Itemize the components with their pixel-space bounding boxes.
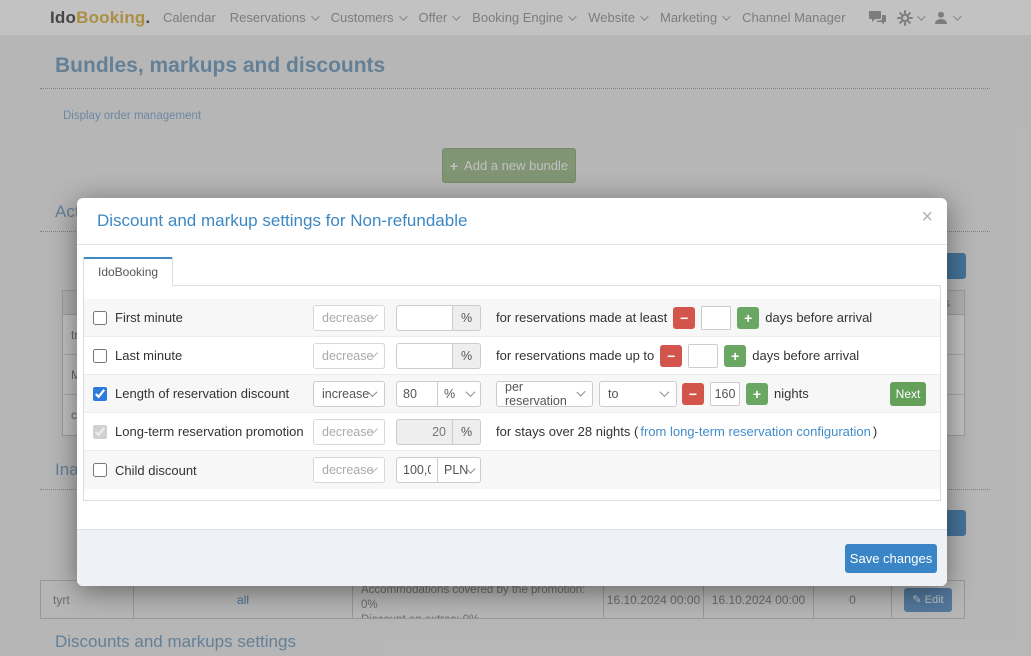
child-discount-checkbox[interactable] (93, 463, 107, 477)
value-group: % (396, 343, 481, 369)
tab-idobooking[interactable]: IdoBooking (83, 257, 173, 286)
currency-select[interactable]: PLN (438, 457, 481, 483)
select-value: decrease (322, 349, 373, 363)
select-value: decrease (322, 463, 373, 477)
select-value: % (444, 387, 455, 401)
setting-row-child-discount: Child discount decrease PLN (84, 451, 940, 489)
desc-text: for stays over 28 nights ( (496, 424, 638, 439)
percent-addon: % (453, 419, 481, 445)
chevron-down-icon (660, 387, 670, 397)
nights-stepper: − + nights (682, 382, 809, 406)
mode-select[interactable]: decrease (313, 457, 385, 483)
select-value: increase (322, 387, 369, 401)
length-discount-checkbox[interactable] (93, 387, 107, 401)
desc-text: ) (873, 424, 877, 439)
percent-addon: % (453, 305, 481, 331)
range-select[interactable]: to (599, 381, 677, 407)
long-term-checkbox (93, 425, 107, 439)
desc-text: days before arrival (765, 310, 872, 325)
desc-text: for reservations made at least (496, 310, 667, 325)
discount-value-input[interactable] (396, 343, 453, 369)
select-value: decrease (322, 311, 373, 325)
days-input[interactable] (701, 306, 731, 330)
increment-button[interactable]: + (724, 345, 746, 367)
percent-addon: % (453, 343, 481, 369)
setting-label: Length of reservation discount (115, 386, 313, 401)
setting-label: Long-term reservation promotion (115, 424, 313, 439)
last-minute-checkbox[interactable] (93, 349, 107, 363)
tab-nav: IdoBooking (83, 257, 941, 286)
desc-text: nights (774, 386, 809, 401)
modal-header: Discount and markup settings for Non-ref… (77, 198, 947, 245)
setting-label: Child discount (115, 463, 313, 478)
decrement-button[interactable]: − (673, 307, 695, 329)
discount-settings-modal: Discount and markup settings for Non-ref… (77, 198, 947, 586)
modal-footer: Save changes (77, 529, 947, 586)
decrement-button[interactable]: − (682, 383, 704, 405)
close-icon[interactable]: × (921, 207, 933, 227)
select-value: to (608, 387, 618, 401)
discount-value-input[interactable] (396, 305, 453, 331)
value-group: % (396, 305, 481, 331)
row-description: for reservations made up to − + days bef… (496, 344, 859, 368)
desc-text: days before arrival (752, 348, 859, 363)
days-input[interactable] (688, 344, 718, 368)
increment-button[interactable]: + (737, 307, 759, 329)
chevron-down-icon (466, 387, 476, 397)
discount-value-input[interactable] (396, 457, 438, 483)
settings-panel: First minute decrease % for reservations… (83, 286, 941, 501)
mode-select[interactable]: increase (313, 381, 385, 407)
discount-value-input (396, 419, 453, 445)
select-value: PLN (444, 463, 468, 477)
row-description: for reservations made at least − + days … (496, 306, 872, 330)
setting-row-first-minute: First minute decrease % for reservations… (84, 299, 940, 337)
next-button[interactable]: Next (890, 382, 926, 406)
modal-title: Discount and markup settings for Non-ref… (97, 211, 467, 231)
first-minute-checkbox[interactable] (93, 311, 107, 325)
scope-select[interactable]: per reservation (496, 381, 593, 407)
decrement-button[interactable]: − (660, 345, 682, 367)
unit-select[interactable]: % (438, 381, 481, 407)
increment-button[interactable]: + (746, 383, 768, 405)
value-group: % (396, 381, 481, 407)
mode-select: decrease (313, 419, 385, 445)
value-group: PLN (396, 457, 481, 483)
mode-select[interactable]: decrease (313, 343, 385, 369)
setting-row-length-of-reservation: Length of reservation discount increase … (84, 375, 940, 413)
desc-text: for reservations made up to (496, 348, 654, 363)
discount-value-input[interactable] (396, 381, 438, 407)
long-term-config-link[interactable]: from long-term reservation configuration (640, 424, 871, 439)
row-description: for stays over 28 nights (from long-term… (496, 424, 877, 439)
nights-input[interactable] (710, 382, 740, 406)
setting-label: Last minute (115, 348, 313, 363)
setting-label: First minute (115, 310, 313, 325)
setting-row-long-term: Long-term reservation promotion decrease… (84, 413, 940, 451)
setting-row-last-minute: Last minute decrease % for reservations … (84, 337, 940, 375)
select-value: decrease (322, 425, 373, 439)
select-value: per reservation (505, 380, 578, 408)
modal-body: IdoBooking First minute decrease % for r… (77, 245, 947, 501)
mode-select[interactable]: decrease (313, 305, 385, 331)
save-changes-button[interactable]: Save changes (845, 544, 937, 573)
value-group: % (396, 419, 481, 445)
